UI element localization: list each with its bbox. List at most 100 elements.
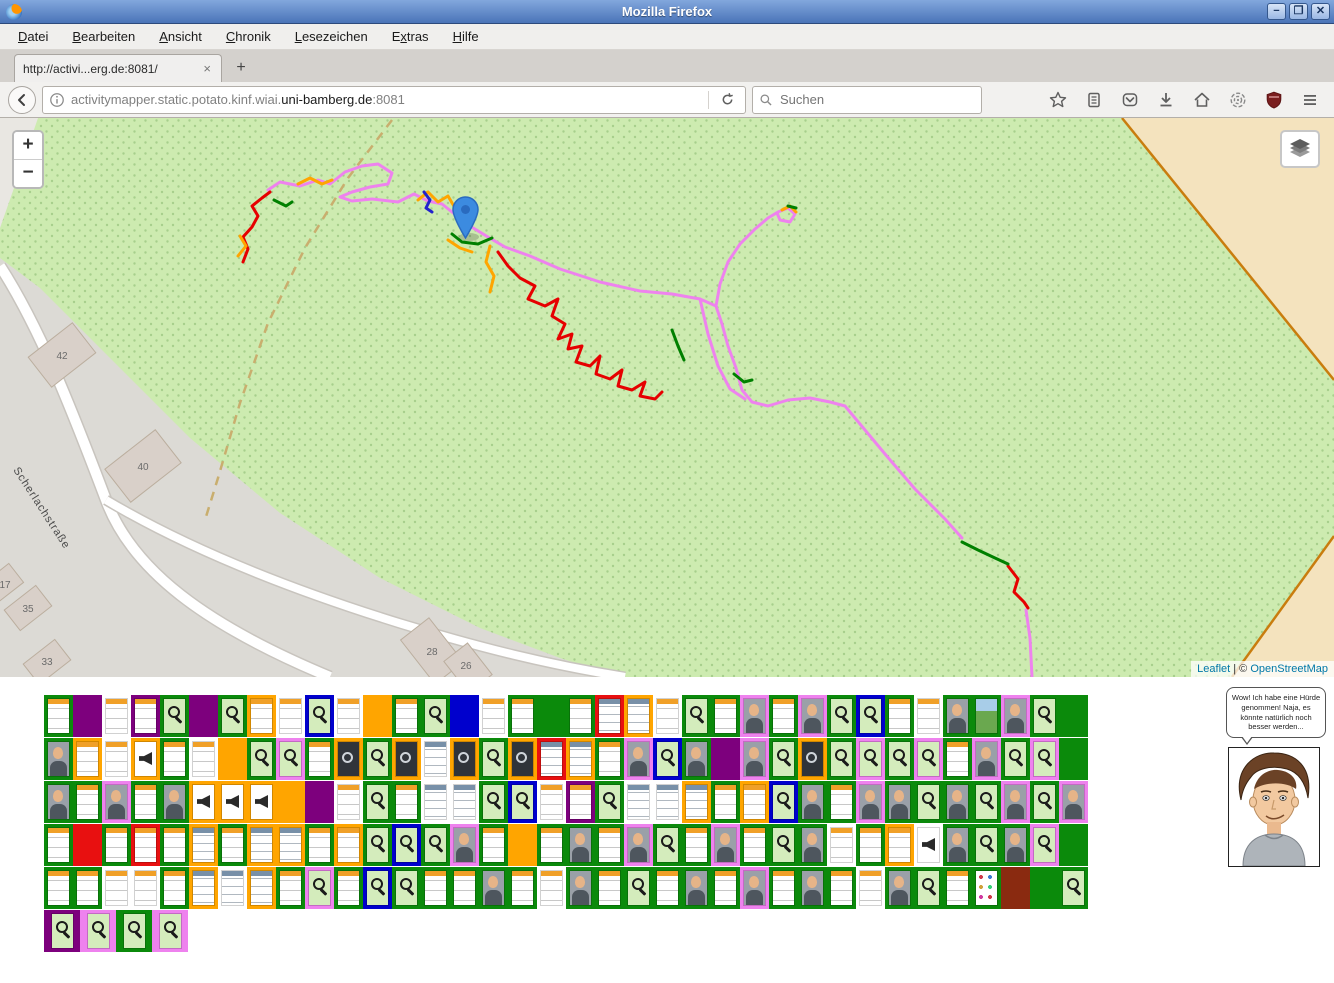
timeline-tile[interactable] bbox=[566, 867, 595, 909]
timeline-tile[interactable] bbox=[363, 824, 392, 866]
timeline-tile[interactable] bbox=[711, 824, 740, 866]
timeline-tile[interactable] bbox=[1001, 867, 1030, 909]
tab-active[interactable]: http://activi...erg.de:8081/ × bbox=[14, 54, 222, 82]
timeline-tile[interactable] bbox=[363, 781, 392, 823]
timeline-tile[interactable] bbox=[595, 738, 624, 780]
timeline-tile[interactable] bbox=[798, 781, 827, 823]
timeline-tile[interactable] bbox=[972, 824, 1001, 866]
timeline-tile[interactable] bbox=[566, 781, 595, 823]
timeline-tile[interactable] bbox=[189, 867, 218, 909]
timeline-tile[interactable] bbox=[276, 867, 305, 909]
timeline-tile[interactable] bbox=[131, 824, 160, 866]
timeline-tile[interactable] bbox=[73, 867, 102, 909]
timeline-tile[interactable] bbox=[943, 781, 972, 823]
timeline-tile[interactable] bbox=[102, 867, 131, 909]
timeline-tile[interactable] bbox=[1059, 824, 1088, 866]
timeline-tile[interactable] bbox=[276, 781, 305, 823]
timeline-tile[interactable] bbox=[218, 695, 247, 737]
timeline-tile[interactable] bbox=[769, 738, 798, 780]
tab-close-icon[interactable]: × bbox=[201, 61, 213, 76]
timeline-tile[interactable] bbox=[479, 695, 508, 737]
timeline-tile[interactable] bbox=[885, 738, 914, 780]
timeline-tile[interactable] bbox=[218, 824, 247, 866]
menu-extras[interactable]: Extras bbox=[380, 25, 441, 48]
timeline-tile[interactable] bbox=[152, 910, 188, 952]
timeline-tile[interactable] bbox=[653, 867, 682, 909]
timeline-tile[interactable] bbox=[131, 781, 160, 823]
timeline-tile[interactable] bbox=[537, 695, 566, 737]
timeline-tile[interactable] bbox=[73, 738, 102, 780]
timeline-tile[interactable] bbox=[189, 824, 218, 866]
timeline-tile[interactable] bbox=[740, 781, 769, 823]
menu-bearbeiten[interactable]: Bearbeiten bbox=[60, 25, 147, 48]
timeline-tile[interactable] bbox=[595, 867, 624, 909]
timeline-tile[interactable] bbox=[479, 781, 508, 823]
map-container[interactable]: Scherlachstraße 42403533172826 + − Leafl… bbox=[0, 118, 1334, 677]
timeline-tile[interactable] bbox=[914, 867, 943, 909]
timeline-tile[interactable] bbox=[160, 738, 189, 780]
timeline-tile[interactable] bbox=[1001, 738, 1030, 780]
timeline-tile[interactable] bbox=[44, 781, 73, 823]
search-input[interactable] bbox=[778, 91, 975, 108]
timeline-tile[interactable] bbox=[131, 867, 160, 909]
timeline-tile[interactable] bbox=[653, 824, 682, 866]
timeline-tile[interactable] bbox=[73, 824, 102, 866]
fingerprint-addon-button[interactable] bbox=[1222, 86, 1254, 114]
timeline-tile[interactable] bbox=[827, 867, 856, 909]
timeline-tile[interactable] bbox=[653, 738, 682, 780]
timeline-tile[interactable] bbox=[392, 824, 421, 866]
timeline-tile[interactable] bbox=[160, 781, 189, 823]
url-bar[interactable]: activitymapper.static.potato.kinf.wiai.u… bbox=[42, 86, 746, 114]
timeline-tile[interactable] bbox=[711, 695, 740, 737]
timeline-tile[interactable] bbox=[160, 695, 189, 737]
timeline-tile[interactable] bbox=[305, 695, 334, 737]
timeline-tile[interactable] bbox=[450, 781, 479, 823]
timeline-tile[interactable] bbox=[827, 824, 856, 866]
timeline-tile[interactable] bbox=[856, 781, 885, 823]
pocket-button[interactable] bbox=[1114, 86, 1146, 114]
timeline-tile[interactable] bbox=[44, 695, 73, 737]
timeline-tile[interactable] bbox=[102, 738, 131, 780]
timeline-tile[interactable] bbox=[1001, 824, 1030, 866]
timeline-tile[interactable] bbox=[73, 695, 102, 737]
timeline-tile[interactable] bbox=[914, 781, 943, 823]
timeline-tile[interactable] bbox=[479, 824, 508, 866]
timeline-tile[interactable] bbox=[363, 738, 392, 780]
timeline-tile[interactable] bbox=[1030, 867, 1059, 909]
timeline-tile[interactable] bbox=[421, 867, 450, 909]
timeline-tile[interactable] bbox=[566, 738, 595, 780]
menu-ansicht[interactable]: Ansicht bbox=[147, 25, 214, 48]
timeline-tile[interactable] bbox=[450, 738, 479, 780]
timeline-tile[interactable] bbox=[624, 695, 653, 737]
timeline-tile[interactable] bbox=[247, 781, 276, 823]
timeline-tile[interactable] bbox=[450, 695, 479, 737]
timeline-tile[interactable] bbox=[102, 781, 131, 823]
timeline-tile[interactable] bbox=[392, 781, 421, 823]
timeline-tile[interactable] bbox=[740, 695, 769, 737]
timeline-tile[interactable] bbox=[218, 781, 247, 823]
timeline-tile[interactable] bbox=[914, 738, 943, 780]
timeline-tile[interactable] bbox=[595, 695, 624, 737]
timeline-tile[interactable] bbox=[305, 824, 334, 866]
timeline-tile[interactable] bbox=[1030, 781, 1059, 823]
timeline-tile[interactable] bbox=[131, 695, 160, 737]
timeline-tile[interactable] bbox=[972, 781, 1001, 823]
timeline-tile[interactable] bbox=[508, 781, 537, 823]
timeline-tile[interactable] bbox=[334, 867, 363, 909]
timeline-tile[interactable] bbox=[450, 824, 479, 866]
timeline-tile[interactable] bbox=[769, 867, 798, 909]
timeline-tile[interactable] bbox=[73, 781, 102, 823]
timeline-tile[interactable] bbox=[1059, 781, 1088, 823]
timeline-tile[interactable] bbox=[566, 824, 595, 866]
ublock-addon-button[interactable] bbox=[1258, 86, 1290, 114]
timeline-tile[interactable] bbox=[247, 824, 276, 866]
timeline-tile[interactable] bbox=[1059, 738, 1088, 780]
timeline-tile[interactable] bbox=[827, 738, 856, 780]
timeline-tile[interactable] bbox=[972, 738, 1001, 780]
timeline-tile[interactable] bbox=[885, 781, 914, 823]
bookmarks-menu-button[interactable] bbox=[1078, 86, 1110, 114]
timeline-tile[interactable] bbox=[44, 867, 73, 909]
timeline-tile[interactable] bbox=[885, 824, 914, 866]
timeline-tile[interactable] bbox=[479, 738, 508, 780]
timeline-tile[interactable] bbox=[160, 824, 189, 866]
